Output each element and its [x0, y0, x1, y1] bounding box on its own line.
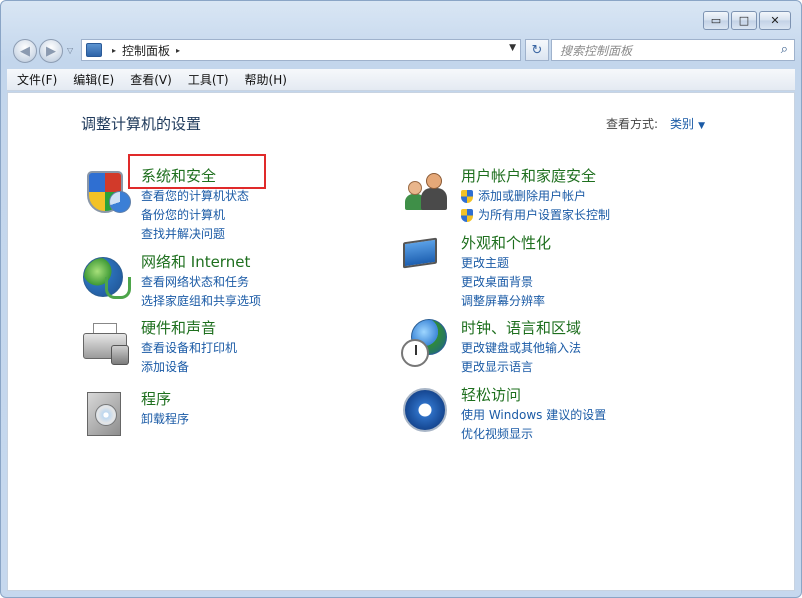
printer-speaker-icon[interactable]	[81, 319, 129, 367]
control-panel-window: ▭ □ ✕ ◀ ▶ ▽ ▸ 控制面板 ▸ ▼ ↻ 搜索控制面板 ⌕ 文件(F) …	[0, 0, 802, 598]
breadcrumb-separator[interactable]: ▸	[176, 46, 180, 55]
programs-box-icon[interactable]	[81, 390, 129, 438]
link-devices-printers[interactable]: 查看设备和打印机	[141, 339, 237, 358]
link-change-theme[interactable]: 更改主题	[461, 254, 545, 273]
users-icon[interactable]	[401, 167, 449, 215]
control-panel-icon	[86, 43, 102, 57]
highlight-box	[128, 154, 266, 189]
category-title[interactable]: 硬件和声音	[141, 317, 216, 338]
security-shield-icon[interactable]	[81, 167, 131, 215]
link-troubleshoot[interactable]: 查找并解决问题	[141, 225, 249, 244]
address-dropdown-icon[interactable]: ▼	[509, 43, 516, 53]
link-add-remove-accounts[interactable]: 添加或删除用户帐户	[461, 187, 610, 206]
link-homegroup-sharing[interactable]: 选择家庭组和共享选项	[141, 292, 261, 311]
search-icon[interactable]: ⌕	[781, 42, 788, 57]
network-globe-icon[interactable]	[81, 253, 131, 301]
link-parental-controls[interactable]: 为所有用户设置家长控制	[461, 206, 610, 225]
minimize-button[interactable]: ▭	[703, 11, 729, 30]
appearance-monitor-icon[interactable]	[401, 234, 449, 282]
category-title[interactable]: 时钟、语言和区域	[461, 317, 581, 338]
search-input[interactable]: 搜索控制面板 ⌕	[551, 39, 795, 61]
view-by: 查看方式: 类别 ▼	[606, 115, 705, 132]
menu-file[interactable]: 文件(F)	[17, 71, 57, 88]
back-button[interactable]: ◀	[13, 39, 37, 63]
category-title[interactable]: 外观和个性化	[461, 232, 551, 253]
forward-button[interactable]: ▶	[39, 39, 63, 63]
link-windows-recommended[interactable]: 使用 Windows 建议的设置	[461, 406, 606, 425]
navigation-bar: ◀ ▶ ▽ ▸ 控制面板 ▸ ▼ ↻ 搜索控制面板 ⌕	[9, 37, 795, 63]
link-desktop-background[interactable]: 更改桌面背景	[461, 273, 545, 292]
menu-view[interactable]: 查看(V)	[130, 71, 172, 88]
uac-shield-icon	[461, 190, 473, 203]
link-screen-resolution[interactable]: 调整屏幕分辨率	[461, 292, 545, 311]
forward-arrow-icon: ▶	[46, 43, 56, 59]
uac-shield-icon	[461, 209, 473, 222]
refresh-icon: ↻	[531, 42, 543, 58]
address-bar[interactable]: ▸ 控制面板 ▸ ▼	[81, 39, 521, 61]
link-network-status[interactable]: 查看网络状态和任务	[141, 273, 261, 292]
menu-edit[interactable]: 编辑(E)	[73, 71, 114, 88]
ease-of-access-icon[interactable]	[401, 386, 449, 434]
search-placeholder: 搜索控制面板	[560, 43, 633, 58]
menu-bar: 文件(F) 编辑(E) 查看(V) 工具(T) 帮助(H)	[7, 69, 795, 91]
link-add-device[interactable]: 添加设备	[141, 358, 237, 377]
close-button[interactable]: ✕	[759, 11, 791, 30]
link-display-language[interactable]: 更改显示语言	[461, 358, 581, 377]
breadcrumb-separator[interactable]: ▸	[112, 46, 116, 55]
view-by-dropdown[interactable]: 类别 ▼	[670, 115, 705, 132]
link-backup-computer[interactable]: 备份您的计算机	[141, 206, 249, 225]
link-optimize-display[interactable]: 优化视频显示	[461, 425, 606, 444]
view-by-label: 查看方式:	[606, 117, 659, 131]
caption-buttons: ▭ □ ✕	[703, 11, 791, 30]
breadcrumb-control-panel[interactable]: 控制面板	[122, 42, 170, 59]
link-uninstall-program[interactable]: 卸载程序	[141, 410, 189, 429]
category-title[interactable]: 网络和 Internet	[141, 251, 250, 272]
link-view-computer-status[interactable]: 查看您的计算机状态	[141, 187, 249, 206]
category-title[interactable]: 用户帐户和家庭安全	[461, 165, 596, 186]
page-title: 调整计算机的设置	[81, 115, 202, 133]
chevron-down-icon: ▼	[698, 121, 705, 131]
recent-pages-dropdown[interactable]: ▽	[67, 46, 73, 55]
category-title[interactable]: 程序	[141, 388, 171, 409]
refresh-button[interactable]: ↻	[525, 39, 549, 61]
maximize-button[interactable]: □	[731, 11, 757, 30]
category-title[interactable]: 轻松访问	[461, 384, 521, 405]
menu-help[interactable]: 帮助(H)	[245, 71, 287, 88]
clock-globe-icon[interactable]	[401, 319, 449, 367]
back-arrow-icon: ◀	[20, 43, 30, 59]
menu-tools[interactable]: 工具(T)	[188, 71, 229, 88]
link-keyboard-input[interactable]: 更改键盘或其他输入法	[461, 339, 581, 358]
